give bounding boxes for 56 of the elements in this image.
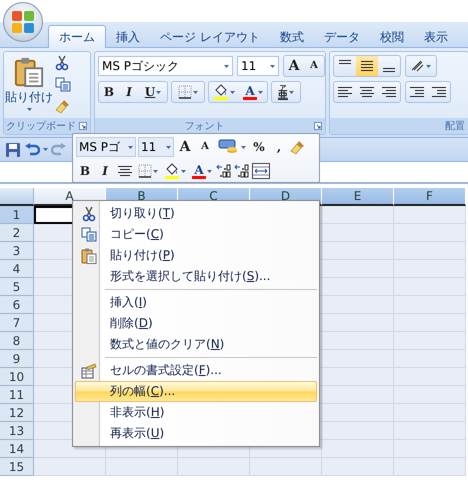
menu-item[interactable]: 切り取り(T)	[75, 203, 317, 224]
group-label: クリップボード	[6, 120, 76, 133]
comma-button[interactable]: ,	[270, 137, 288, 157]
row-header[interactable]: 5	[0, 278, 34, 296]
bold-button[interactable]: B	[76, 161, 94, 181]
ribbon-tab[interactable]: ホーム	[48, 25, 106, 48]
italic-button[interactable]: I	[96, 161, 114, 181]
column-header[interactable]: F	[394, 188, 466, 206]
percent-button[interactable]: %	[250, 137, 268, 157]
row-header[interactable]: 4	[0, 260, 34, 278]
row-header[interactable]: 1	[0, 206, 34, 224]
row-header[interactable]: 10	[0, 368, 34, 386]
menu-item[interactable]: 貼り付け(P)	[75, 245, 317, 266]
menu-item[interactable]: 非表示(H)	[75, 402, 317, 423]
column-header[interactable]: E	[322, 188, 394, 206]
menu-item[interactable]: 形式を選択して貼り付け(S)...	[75, 266, 317, 287]
italic-button[interactable]: I	[119, 82, 139, 102]
menu-item[interactable]: 列の幅(C)...	[75, 381, 317, 402]
font-color-button[interactable]: A	[190, 161, 214, 181]
row-header[interactable]: 12	[0, 404, 34, 422]
group-label: 配置	[445, 120, 465, 133]
font-color-button[interactable]: A	[239, 82, 267, 102]
font-name-field[interactable]: MS Pゴシック	[98, 56, 233, 76]
font-size-field[interactable]: 11	[237, 56, 279, 76]
row-header[interactable]: 8	[0, 332, 34, 350]
row-header[interactable]: 13	[0, 422, 34, 440]
row-header[interactable]: 11	[0, 386, 34, 404]
bold-button[interactable]: B	[99, 82, 119, 102]
menu-item[interactable]: コピー(C)	[75, 224, 317, 245]
row-header[interactable]: 2	[0, 224, 34, 242]
row-header[interactable]: 15	[0, 458, 34, 476]
menu-item[interactable]: 削除(D)	[75, 313, 317, 334]
menu-item[interactable]: 挿入(I)	[75, 292, 317, 313]
font-name-field[interactable]: MS Pゴ	[76, 137, 136, 157]
ribbon-tab[interactable]: 挿入	[106, 25, 150, 48]
row-header[interactable]: 6	[0, 296, 34, 314]
underline-button[interactable]: U	[139, 82, 167, 102]
row-header[interactable]: 7	[0, 314, 34, 332]
ribbon-tab[interactable]: データ	[314, 25, 370, 48]
menu-item[interactable]: 再表示(U)	[75, 423, 317, 444]
ribbon-tab[interactable]: 数式	[270, 25, 314, 48]
ribbon-tab[interactable]: 校閲	[370, 25, 414, 48]
shrink-font-button[interactable]: A	[196, 137, 214, 157]
font-size-field[interactable]: 11	[138, 137, 174, 157]
group-label: フォント	[184, 120, 226, 133]
row-header[interactable]: 3	[0, 242, 34, 260]
shrink-font-button[interactable]: A	[304, 56, 324, 76]
grow-font-button[interactable]: A	[176, 137, 194, 157]
grow-font-button[interactable]: A	[284, 56, 304, 76]
ribbon-tab[interactable]: 表示	[414, 25, 458, 48]
paste-button[interactable]: 貼り付け	[7, 55, 51, 115]
row-header[interactable]: 14	[0, 440, 34, 458]
menu-item[interactable]: セルの書式設定(F)...	[75, 360, 317, 381]
menu-item[interactable]: 数式と値のクリア(N)	[75, 334, 317, 355]
row-header[interactable]: 9	[0, 350, 34, 368]
ribbon-tab[interactable]: ページ レイアウト	[150, 25, 270, 48]
